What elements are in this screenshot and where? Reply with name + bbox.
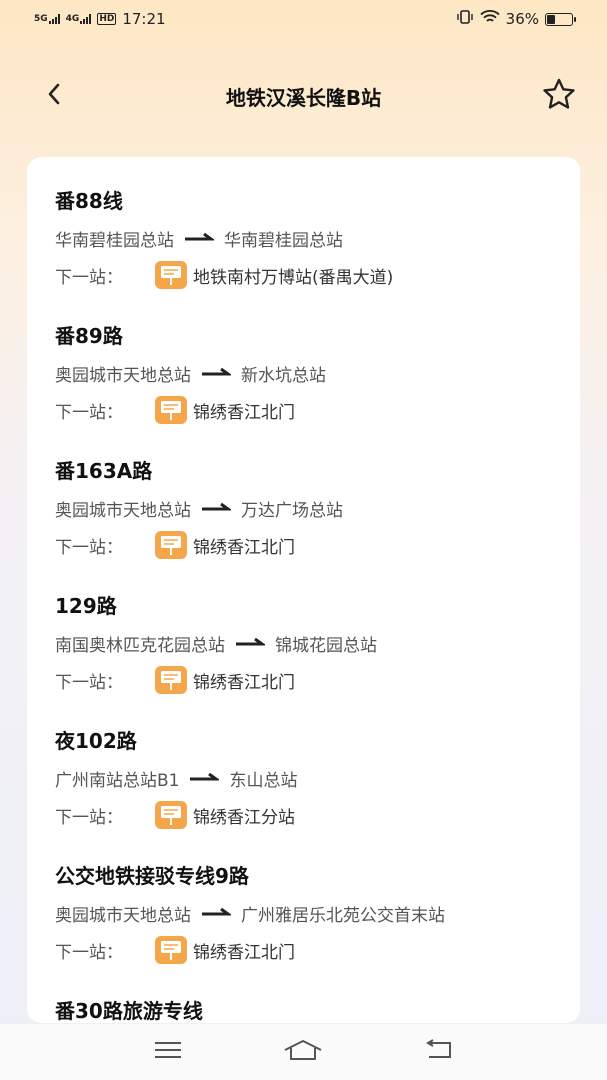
next-stop-label: 下一站： xyxy=(55,672,123,693)
route-item[interactable]: 129路南国奥林匹克花园总站 锦城花园总站下一站： 锦绣香江北门 xyxy=(55,592,580,694)
next-stop-name: 锦绣香江分站 xyxy=(193,807,295,828)
route-name: 番30路旅游专线 xyxy=(55,999,203,1023)
route-item[interactable]: 番163A路奥园城市天地总站 万达广场总站下一站： 锦绣香江北门 xyxy=(55,457,580,559)
home-icon xyxy=(283,1038,323,1066)
route-destination: 广州雅居乐北苑公交首末站 xyxy=(241,905,445,926)
route-name: 公交地铁接驳专线9路 xyxy=(55,864,249,888)
route-destination: 新水坑总站 xyxy=(241,365,326,386)
system-nav-bar xyxy=(0,1024,607,1080)
route-destination: 万达广场总站 xyxy=(241,500,343,521)
battery-icon xyxy=(545,12,576,26)
next-stop-row: 下一站： 锦绣香江北门 xyxy=(55,396,580,424)
back-nav-button[interactable] xyxy=(419,1032,459,1072)
route-direction: 南国奥林匹克花园总站 锦城花园总站 xyxy=(55,631,580,656)
next-stop-label: 下一站： xyxy=(55,537,123,558)
page-title: 地铁汉溪长隆B站 xyxy=(225,86,382,110)
arrow-right-icon xyxy=(184,228,216,248)
menu-icon xyxy=(153,1040,183,1064)
signal-bars-icon xyxy=(80,14,92,24)
status-bar: 5G 4G HD 17:21 36% xyxy=(0,0,607,38)
next-stop-label: 下一站： xyxy=(55,402,123,423)
route-origin: 广州南站总站B1 xyxy=(55,770,180,791)
route-list-card: 番88线 华南碧桂园总站 华南碧桂园总站 下一站： 地铁南村万博站(番禺大道) 番89路奥… xyxy=(27,157,580,1023)
route-destination: 东山总站 xyxy=(229,770,298,791)
wifi-icon xyxy=(480,10,500,28)
next-stop-row: 下一站： 地铁南村万博站(番禺大道) xyxy=(55,261,580,289)
home-button[interactable] xyxy=(283,1032,323,1072)
route-item[interactable]: 番88线 华南碧桂园总站 华南碧桂园总站 下一站： 地铁南村万博站(番禺大道) xyxy=(55,187,580,289)
route-item[interactable]: 番89路奥园城市天地总站 新水坑总站下一站： 锦绣香江北门 xyxy=(55,322,580,424)
next-stop-row: 下一站： 锦绣香江北门 xyxy=(55,531,580,559)
status-right: 36% xyxy=(456,10,576,28)
route-destination: 华南碧桂园总站 xyxy=(224,230,343,251)
bus-stop-sign-icon xyxy=(155,261,187,289)
route-name: 129路 xyxy=(55,594,117,618)
route-direction: 奥园城市天地总站 新水坑总站 xyxy=(55,361,580,386)
route-name: 番163A路 xyxy=(55,459,153,483)
route-direction: 广州南站总站B1 东山总站 xyxy=(55,766,580,791)
network-type-label: 5G xyxy=(34,14,48,24)
star-outline-icon xyxy=(541,77,577,115)
next-stop-name: 地铁南村万博站(番禺大道) xyxy=(193,267,394,288)
battery-percent: 36% xyxy=(505,10,539,28)
next-stop-label: 下一站： xyxy=(55,942,123,963)
route-origin: 奥园城市天地总站 xyxy=(55,905,191,926)
next-stop-row: 下一站： 锦绣香江分站 xyxy=(55,801,580,829)
route-destination: 锦城花园总站 xyxy=(275,635,377,656)
route-origin: 华南碧桂园总站 xyxy=(55,230,174,251)
route-name: 番88线 xyxy=(55,189,123,213)
next-stop-name: 锦绣香江北门 xyxy=(193,942,295,963)
next-stop-label: 下一站： xyxy=(55,807,123,828)
arrow-right-icon xyxy=(189,768,222,788)
status-left: 5G 4G HD 17:21 xyxy=(34,10,166,28)
next-stop-row: 下一站： 锦绣香江北门 xyxy=(55,666,580,694)
route-item[interactable]: 番30路旅游专线 xyxy=(55,997,580,1023)
route-direction: 华南碧桂园总站 华南碧桂园总站 xyxy=(55,226,580,251)
bus-stop-sign-icon xyxy=(155,531,187,559)
route-item[interactable]: 夜102路广州南站总站B1 东山总站下一站： 锦绣香江分站 xyxy=(55,727,580,829)
bus-stop-sign-icon xyxy=(155,666,187,694)
signal-4g: 4G xyxy=(66,14,92,24)
signal-5g: 5G xyxy=(34,14,60,24)
arrow-right-icon xyxy=(201,498,233,518)
route-direction: 奥园城市天地总站 万达广场总站 xyxy=(55,496,580,521)
next-stop-name: 锦绣香江北门 xyxy=(193,402,295,423)
vibrate-icon xyxy=(456,10,474,28)
route-origin: 奥园城市天地总站 xyxy=(55,365,191,386)
bus-stop-sign-icon xyxy=(155,396,187,424)
network-type-label: 4G xyxy=(65,14,80,24)
arrow-right-icon xyxy=(201,903,233,923)
route-item[interactable]: 公交地铁接驳专线9路 奥园城市天地总站 广州雅居乐北苑公交首末站下一站： 锦绣香江北门 xyxy=(55,862,580,964)
arrow-right-icon xyxy=(235,633,267,653)
route-origin: 奥园城市天地总站 xyxy=(55,500,191,521)
next-stop-name: 锦绣香江北门 xyxy=(193,672,295,693)
back-icon xyxy=(424,1039,454,1065)
hd-voice-icon: HD xyxy=(97,13,117,25)
next-stop-row: 下一站： 锦绣香江北门 xyxy=(55,936,580,964)
arrow-right-icon xyxy=(201,363,233,383)
route-name: 番89路 xyxy=(55,324,123,348)
battery-fill xyxy=(547,14,555,24)
bus-stop-sign-icon xyxy=(155,936,187,964)
bus-stop-sign-icon xyxy=(155,801,187,829)
favorite-button[interactable] xyxy=(537,76,581,116)
header: 地铁汉溪长隆B站 xyxy=(0,68,607,124)
route-origin: 南国奥林匹克花园总站 xyxy=(55,635,225,656)
next-stop-name: 锦绣香江北门 xyxy=(193,537,295,558)
signal-bars-icon xyxy=(48,14,60,24)
menu-button[interactable] xyxy=(148,1032,188,1072)
status-time: 17:21 xyxy=(122,10,166,28)
route-direction: 奥园城市天地总站 广州雅居乐北苑公交首末站 xyxy=(55,901,580,926)
route-name: 夜102路 xyxy=(55,729,137,753)
next-stop-label: 下一站： xyxy=(55,267,123,288)
